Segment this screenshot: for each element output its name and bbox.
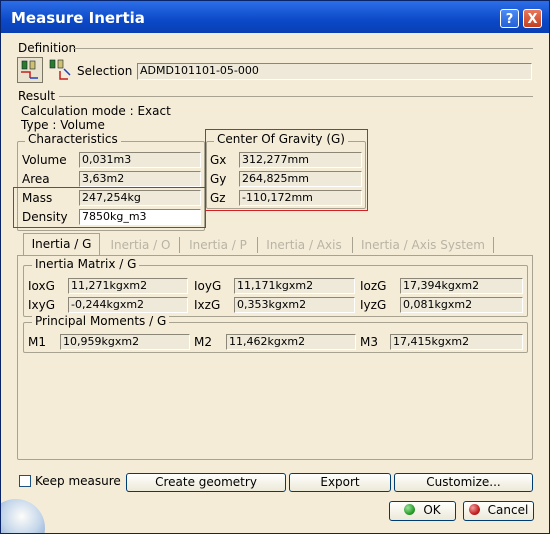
tab-inertia-axis[interactable]: Inertia / Axis [260, 235, 348, 255]
customize-button[interactable]: Customize... [394, 473, 533, 492]
keep-measure-label: Keep measure [35, 474, 121, 488]
tab-inertia-o[interactable]: Inertia / O [104, 235, 177, 255]
title-bar[interactable]: Measure Inertia ? X [1, 1, 549, 33]
tab-inertia-g[interactable]: Inertia / G [23, 233, 100, 255]
principal-moments-label: Principal Moments / G [32, 314, 170, 328]
tab-inertia-axis-system[interactable]: Inertia / Axis System [355, 235, 491, 255]
definition-label: Definition [18, 41, 77, 55]
measure-between-mode-icon[interactable] [46, 57, 72, 83]
ioyg-field[interactable]: 11,171kgxm2 [234, 278, 355, 294]
keep-measure-checkbox[interactable] [19, 475, 31, 487]
ioxg-field[interactable]: 11,271kgxm2 [68, 278, 188, 294]
ok-label: OK [423, 503, 441, 517]
result-type: Type : Volume [21, 118, 105, 132]
m3-label: M3 [360, 335, 378, 349]
tab-separator [257, 237, 258, 253]
inertia-matrix-label: Inertia Matrix / G [32, 257, 140, 271]
ok-icon [404, 504, 416, 515]
iozg-label: IozG [360, 279, 387, 293]
ixyg-field[interactable]: -0,244kgxm2 [68, 297, 188, 313]
tab-separator [179, 237, 180, 253]
iyzg-label: IyzG [360, 298, 387, 312]
m3-field[interactable]: 17,415kgxm2 [390, 334, 523, 350]
iyzg-field[interactable]: 0,081kgxm2 [400, 297, 523, 313]
help-button[interactable]: ? [500, 9, 519, 28]
measure-inertia-dialog: Measure Inertia ? X Definition Selection… [0, 0, 550, 534]
result-label: Result [18, 89, 56, 103]
ixzg-label: IxzG [194, 298, 221, 312]
definition-divider [73, 48, 533, 49]
ok-button[interactable]: OK [389, 501, 456, 521]
volume-field[interactable]: 0,031m3 [79, 152, 201, 168]
ioyg-label: IoyG [194, 279, 222, 293]
m1-field[interactable]: 10,959kgxm2 [60, 334, 190, 350]
tab-separator [352, 237, 353, 253]
cancel-icon [468, 504, 480, 515]
selection-label: Selection : [77, 64, 141, 78]
tab-separator [493, 237, 494, 253]
create-geometry-button[interactable]: Create geometry [126, 473, 286, 492]
m2-label: M2 [194, 335, 212, 349]
cancel-label: Cancel [487, 503, 529, 517]
ixyg-label: IxyG [28, 298, 56, 312]
calculation-mode: Calculation mode : Exact [21, 104, 171, 118]
area-field[interactable]: 3,63m2 [79, 171, 201, 187]
mass-density-highlight [13, 187, 206, 228]
m2-field[interactable]: 11,462kgxm2 [226, 334, 356, 350]
cancel-button[interactable]: Cancel [463, 501, 534, 521]
catia-globe-icon [1, 499, 45, 533]
selection-field[interactable]: ADMD101101-05-000 [137, 63, 532, 80]
ixzg-field[interactable]: 0,353kgxm2 [234, 297, 355, 313]
close-button[interactable]: X [523, 9, 542, 28]
area-label: Area [22, 172, 50, 186]
export-button[interactable]: Export [289, 473, 391, 492]
ioxg-label: IoxG [28, 279, 55, 293]
measure-item-mode-icon[interactable] [17, 57, 43, 83]
iozg-field[interactable]: 17,394kgxm2 [400, 278, 523, 294]
characteristics-label: Characteristics [25, 132, 121, 146]
tab-inertia-p[interactable]: Inertia / P [182, 235, 254, 255]
window-title: Measure Inertia [11, 9, 145, 27]
volume-label: Volume [22, 153, 67, 167]
center-of-gravity-highlight [205, 129, 368, 211]
m1-label: M1 [28, 335, 46, 349]
result-divider [59, 96, 533, 97]
